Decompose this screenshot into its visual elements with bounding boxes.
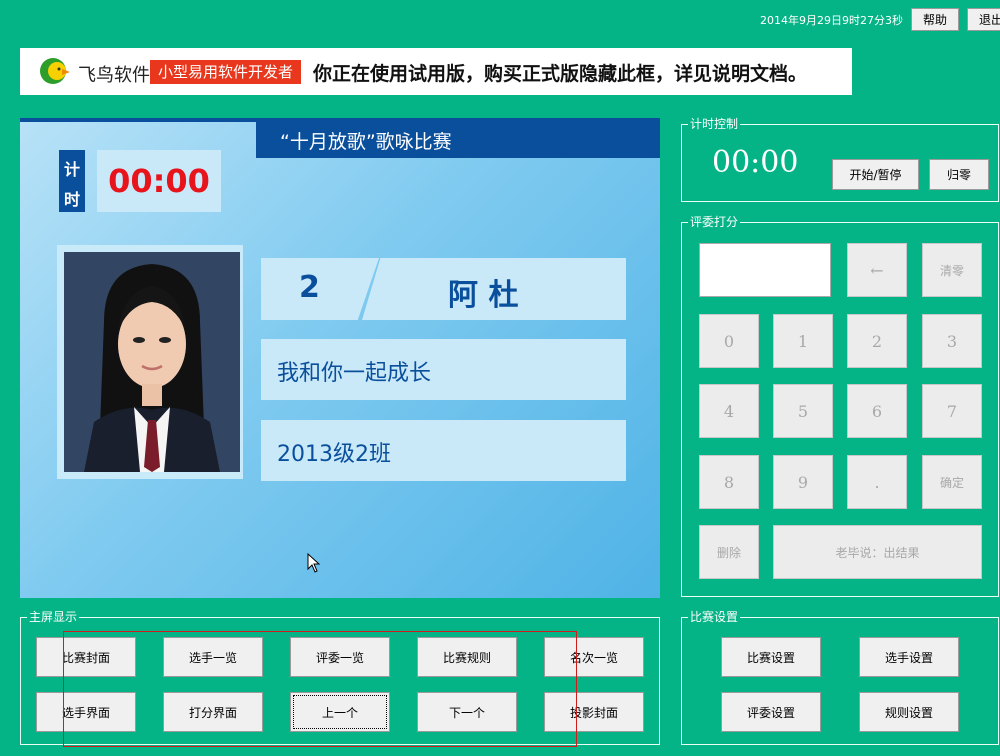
- confirm-key[interactable]: 确定: [922, 455, 982, 509]
- datetime-label: 2014年9月29日9时27分3秒: [760, 14, 903, 27]
- key-8[interactable]: 8: [699, 455, 759, 509]
- contestant-list-button[interactable]: 选手一览: [163, 637, 263, 677]
- contestant-settings-button[interactable]: 选手设置: [859, 637, 959, 677]
- timer-control-group: 计时控制 00:00 开始/暂停 归零: [681, 117, 999, 202]
- key-4[interactable]: 4: [699, 384, 759, 438]
- key-6[interactable]: 6: [847, 384, 907, 438]
- timer-label-2: 时: [63, 190, 80, 209]
- start-pause-button[interactable]: 开始/暂停: [832, 159, 919, 190]
- contestant-name-box: 阿 杜: [362, 258, 626, 320]
- bird-logo-icon: [38, 55, 72, 89]
- timer-display: 00:00: [712, 145, 799, 180]
- judge-scoring-title: 评委打分: [688, 215, 741, 229]
- cover-button[interactable]: 比赛封面: [36, 637, 136, 677]
- clear-key[interactable]: 清零: [922, 243, 982, 297]
- projection-cover-button[interactable]: 投影封面: [544, 692, 644, 732]
- tagline-badge: 小型易用软件开发者: [150, 60, 302, 84]
- trial-banner[interactable]: 飞鸟软件 小型易用软件开发者 你正在使用试用版，购买正式版隐藏此框，详见说明文档…: [20, 48, 852, 95]
- portrait-image: [64, 252, 240, 472]
- stage-timer-value: 00:00: [108, 162, 210, 200]
- key-9[interactable]: 9: [773, 455, 833, 509]
- song-title: 我和你一起成长: [277, 361, 432, 386]
- rules-button[interactable]: 比赛规则: [417, 637, 517, 677]
- backspace-key[interactable]: ←: [847, 243, 907, 297]
- main-display-group: 主屏显示 比赛封面 选手一览 评委一览 比赛规则 名次一览 选手界面 打分界面 …: [20, 610, 660, 747]
- delete-key[interactable]: 删除: [699, 525, 759, 579]
- main-display-title: 主屏显示: [27, 610, 80, 624]
- timer-control-title: 计时控制: [688, 117, 741, 131]
- competition-settings-title: 比赛设置: [688, 610, 741, 624]
- timer-label-box: 计 时: [59, 150, 85, 212]
- contestant-number: 2: [299, 270, 320, 305]
- judge-settings-button[interactable]: 评委设置: [721, 692, 821, 732]
- key-5[interactable]: 5: [773, 384, 833, 438]
- logo-text: 飞鸟软件: [78, 65, 150, 86]
- contestant-class: 2013级2班: [277, 442, 391, 467]
- contestant-number-box: 2: [261, 258, 379, 320]
- result-key[interactable]: 老毕说：出结果: [773, 525, 982, 579]
- previous-button[interactable]: 上一个: [290, 692, 390, 732]
- key-7[interactable]: 7: [922, 384, 982, 438]
- stage-title: “十月放歌”歌咏比赛: [280, 131, 452, 153]
- exit-button[interactable]: 退出: [967, 8, 1000, 31]
- contestant-photo: [57, 245, 243, 479]
- rule-settings-button[interactable]: 规则设置: [859, 692, 959, 732]
- ranking-button[interactable]: 名次一览: [544, 637, 644, 677]
- competition-settings-button[interactable]: 比赛设置: [721, 637, 821, 677]
- judge-list-button[interactable]: 评委一览: [290, 637, 390, 677]
- song-box: 我和你一起成长: [261, 339, 626, 400]
- trial-notice: 你正在使用试用版，购买正式版隐藏此框，详见说明文档。: [313, 63, 808, 85]
- help-button[interactable]: 帮助: [911, 8, 959, 31]
- judge-scoring-group: 评委打分 ← 清零 0 1 2 3 4 5 6 7 8 9 . 确定 删除 老毕…: [681, 215, 999, 597]
- key-1[interactable]: 1: [773, 314, 833, 368]
- stage-timer-box: 00:00: [97, 150, 221, 212]
- contestant-screen-button[interactable]: 选手界面: [36, 692, 136, 732]
- scoring-screen-button[interactable]: 打分界面: [163, 692, 263, 732]
- key-2[interactable]: 2: [847, 314, 907, 368]
- reset-button[interactable]: 归零: [929, 159, 989, 190]
- timer-label-1: 计: [63, 160, 80, 179]
- class-box: 2013级2班: [261, 420, 626, 481]
- competition-settings-group: 比赛设置 比赛设置 选手设置 评委设置 规则设置: [681, 610, 999, 745]
- key-3[interactable]: 3: [922, 314, 982, 368]
- score-input[interactable]: [699, 243, 831, 297]
- key-dot[interactable]: .: [847, 455, 907, 509]
- next-button[interactable]: 下一个: [417, 692, 517, 732]
- stage-preview: “十月放歌”歌咏比赛 计 时 00:00 2 阿 杜 我和你一起成长 2013级…: [20, 118, 660, 598]
- key-0[interactable]: 0: [699, 314, 759, 368]
- mouse-cursor-icon: [307, 553, 321, 573]
- contestant-name: 阿 杜: [448, 278, 519, 313]
